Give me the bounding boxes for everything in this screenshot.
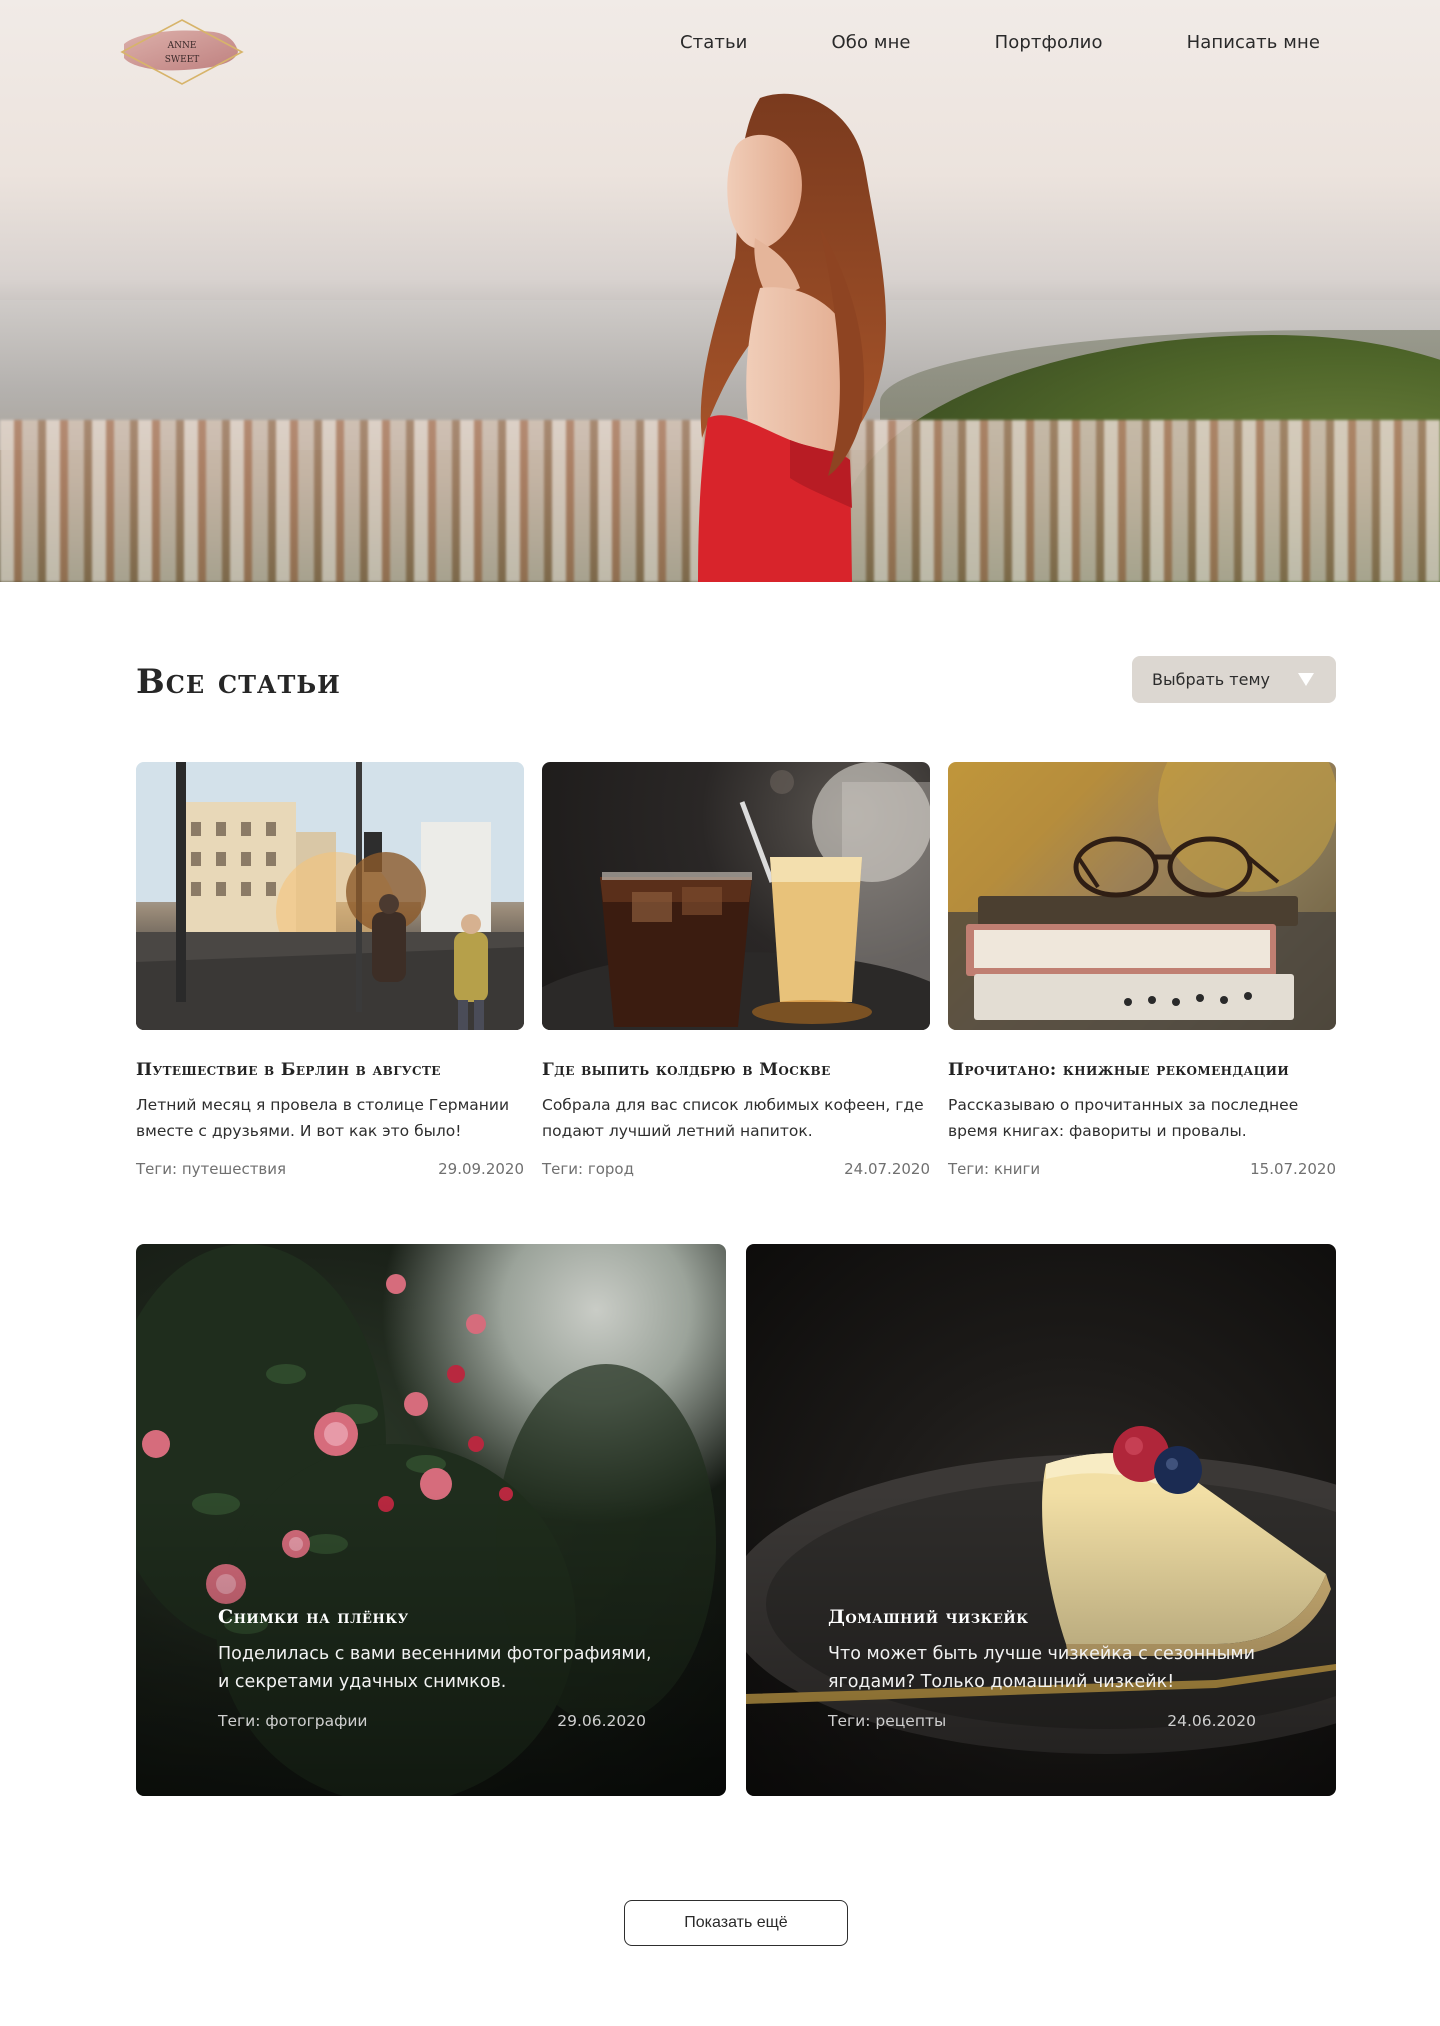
- nav-link-about[interactable]: Обо мне: [831, 32, 910, 53]
- article-description: Летний месяц я провела в столице Германи…: [136, 1096, 510, 1140]
- featured-description: Что может быть лучше чизкейка с сезонным…: [828, 1644, 1256, 1692]
- top-navigation: ANNE SWEET Статьи Обо мне Портфолио Напи…: [0, 0, 1440, 92]
- article-image-berlin: [136, 762, 524, 1030]
- featured-description: Поделилась с вами весенними фотографиями…: [218, 1644, 652, 1692]
- featured-date: 24.06.2020: [1167, 1712, 1256, 1730]
- logo-text-top: ANNE: [167, 41, 197, 51]
- topic-select-dropdown[interactable]: Выбрать тему: [1132, 656, 1336, 703]
- site-logo[interactable]: ANNE SWEET: [118, 18, 246, 88]
- featured-title[interactable]: Снимки на плёнку: [218, 1606, 409, 1628]
- article-card-berlin[interactable]: Путешествие в Берлин в августе Летний ме…: [136, 762, 524, 1182]
- article-tags[interactable]: Теги: город: [542, 1160, 634, 1178]
- article-tags[interactable]: Теги: путешествия: [136, 1160, 286, 1178]
- article-card-books[interactable]: Прочитано: книжные рекомендации Рассказы…: [948, 762, 1336, 1182]
- chevron-down-icon: [1298, 673, 1314, 686]
- article-description: Собрала для вас список любимых кофеен, г…: [542, 1096, 924, 1140]
- article-title[interactable]: Прочитано: книжные рекомендации: [948, 1060, 1348, 1080]
- article-title[interactable]: Путешествие в Берлин в августе: [136, 1060, 536, 1080]
- featured-tags[interactable]: Теги: рецепты: [828, 1712, 946, 1730]
- topic-select-label: Выбрать тему: [1152, 670, 1270, 689]
- nav-link-portfolio[interactable]: Портфолио: [995, 32, 1103, 53]
- main-menu: Статьи Обо мне Портфолио Написать мне: [596, 32, 1320, 53]
- featured-tags[interactable]: Теги: фотографии: [218, 1712, 368, 1730]
- featured-card-film[interactable]: Снимки на плёнку Поделилась с вами весен…: [136, 1244, 726, 1796]
- nav-link-contact[interactable]: Написать мне: [1187, 32, 1320, 53]
- featured-card-cheesecake[interactable]: Домашний чизкейк Что может быть лучше чи…: [746, 1244, 1336, 1796]
- article-image-books: [948, 762, 1336, 1030]
- article-date: 24.07.2020: [844, 1160, 930, 1178]
- featured-title[interactable]: Домашний чизкейк: [828, 1606, 1029, 1628]
- article-description: Рассказываю о прочитанных за последнее в…: [948, 1096, 1299, 1140]
- article-title[interactable]: Где выпить колдбрю в Москве: [542, 1060, 942, 1080]
- featured-date: 29.06.2020: [557, 1712, 646, 1730]
- article-tags[interactable]: Теги: книги: [948, 1160, 1040, 1178]
- hero-banner: ANNE SWEET Статьи Обо мне Портфолио Напи…: [0, 0, 1440, 582]
- show-more-button[interactable]: Показать ещё: [624, 1900, 848, 1946]
- article-date: 29.09.2020: [438, 1160, 524, 1178]
- page-title: Все статьи: [136, 662, 341, 702]
- article-card-coldbrew[interactable]: Где выпить колдбрю в Москве Собрала для …: [542, 762, 930, 1182]
- nav-link-articles[interactable]: Статьи: [680, 32, 747, 53]
- article-date: 15.07.2020: [1250, 1160, 1336, 1178]
- article-image-coffee: [542, 762, 930, 1030]
- hero-woman-image: [698, 93, 886, 582]
- logo-text-bottom: SWEET: [165, 55, 200, 65]
